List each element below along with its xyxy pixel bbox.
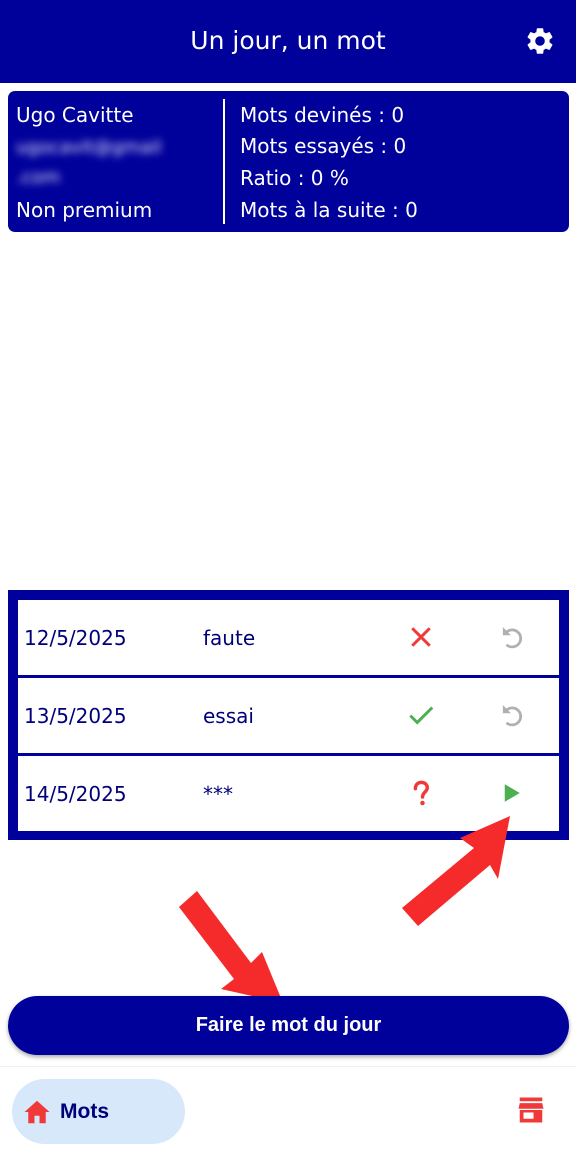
- nav-home-tab[interactable]: Mots: [12, 1079, 185, 1144]
- word-text: essai: [203, 704, 254, 728]
- annotation-arrow-button: [179, 891, 283, 1003]
- word-row: 13/5/2025 essai: [18, 678, 559, 753]
- word-text: faute: [203, 626, 256, 650]
- user-plan: Non premium: [16, 198, 153, 222]
- word-date: 12/5/2025: [24, 626, 127, 650]
- annotation-arrow-play: [402, 816, 510, 926]
- stat-guessed: Mots devinés : 0: [240, 103, 405, 127]
- profile-divider: [223, 99, 225, 224]
- cross-icon: [411, 627, 431, 647]
- play-icon[interactable]: [496, 778, 526, 808]
- stat-ratio: Ratio : 0 %: [240, 166, 349, 190]
- gear-icon[interactable]: [524, 25, 556, 57]
- daily-word-button[interactable]: Faire le mot du jour: [8, 996, 569, 1055]
- replay-icon[interactable]: [496, 622, 526, 652]
- store-icon[interactable]: [516, 1096, 546, 1124]
- home-icon: [24, 1100, 50, 1124]
- stat-tried: Mots essayés : 0: [240, 134, 407, 158]
- user-email-line1: ugocavit@gmail: [16, 137, 162, 158]
- word-date: 14/5/2025: [24, 782, 127, 806]
- word-text: ***: [203, 782, 233, 806]
- bottom-nav: Mots: [0, 1066, 576, 1150]
- nav-home-label: Mots: [60, 1100, 109, 1123]
- app-title: Un jour, un mot: [190, 26, 386, 55]
- app-header: Un jour, un mot: [0, 0, 576, 83]
- check-icon: [409, 706, 434, 725]
- question-icon: [413, 780, 430, 806]
- word-date: 13/5/2025: [24, 704, 127, 728]
- replay-icon[interactable]: [496, 700, 526, 730]
- user-name: Ugo Cavitte: [16, 103, 134, 127]
- word-row: 12/5/2025 faute: [18, 600, 559, 675]
- user-email-line2: .com: [16, 167, 61, 188]
- word-history-list: 12/5/2025 faute 13/5/2025 essai 14/5/202…: [8, 590, 569, 840]
- stat-streak: Mots à la suite : 0: [240, 198, 418, 222]
- profile-card: Ugo Cavitte ugocavit@gmail .com Non prem…: [8, 91, 569, 232]
